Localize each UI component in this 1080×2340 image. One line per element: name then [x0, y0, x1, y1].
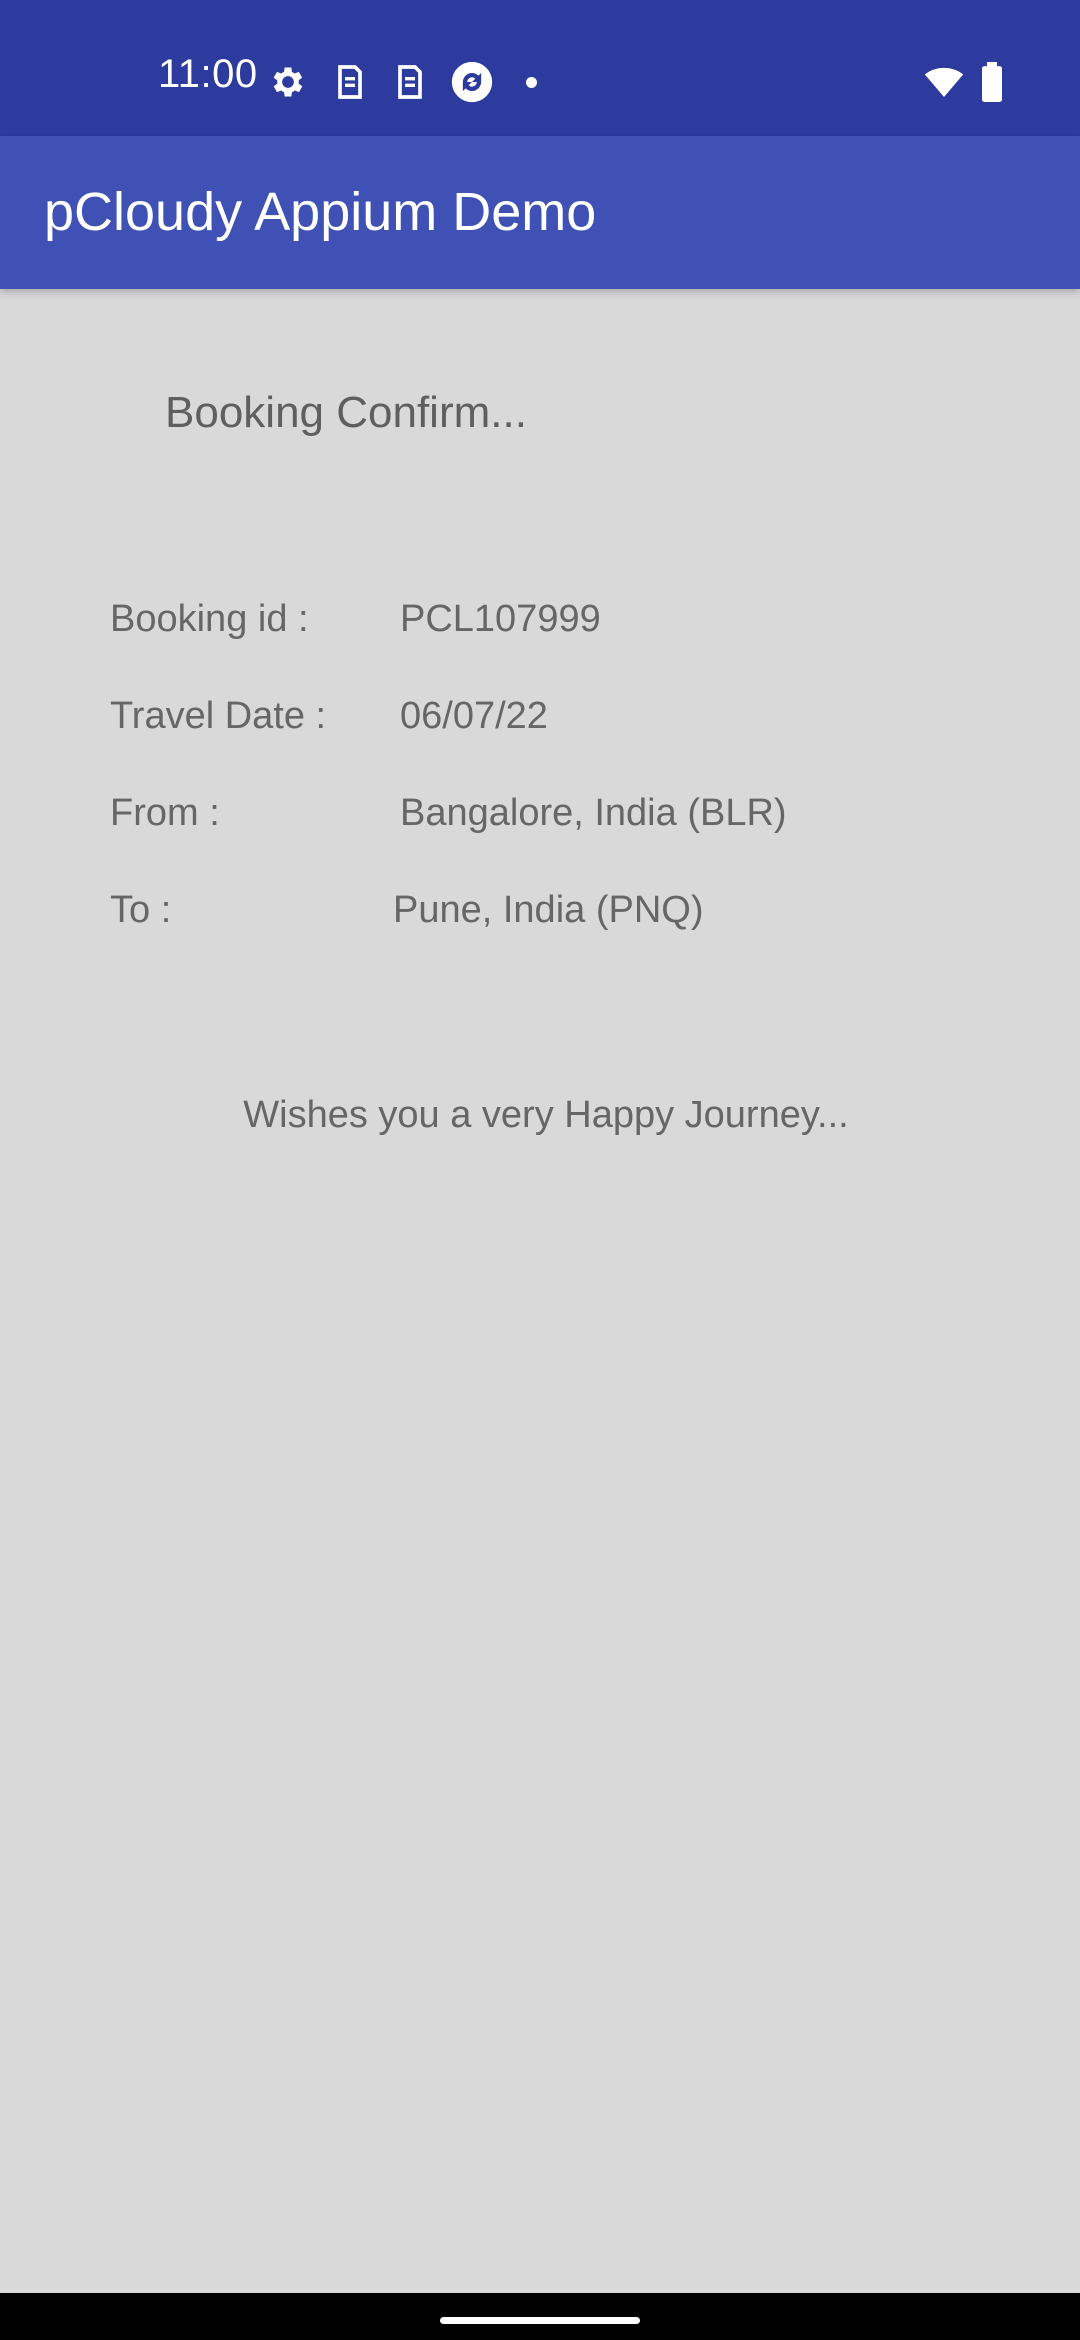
booking-id-label: Booking id : [110, 598, 309, 640]
booking-heading: Booking Confirm... [165, 388, 527, 437]
sync-app-icon [450, 60, 494, 104]
booking-confirmation-screen: Booking Confirm... Booking id : PCL10799… [0, 289, 1080, 2293]
home-gesture-handle[interactable] [440, 2317, 640, 2324]
happy-journey-message: Wishes you a very Happy Journey... [243, 1094, 849, 1136]
booking-id-value: PCL107999 [400, 598, 601, 640]
to-value: Pune, India (PNQ) [393, 889, 704, 931]
to-label: To : [110, 889, 172, 931]
sim-card-icon [390, 62, 430, 102]
app-title: pCloudy Appium Demo [44, 182, 597, 242]
gear-icon [268, 62, 308, 102]
travel-date-value: 06/07/22 [400, 695, 548, 737]
battery-icon [978, 62, 1006, 102]
wifi-icon [922, 62, 966, 102]
travel-date-label: Travel Date : [110, 695, 327, 737]
status-time: 11:00 [158, 52, 258, 96]
status-bar: 11:00 [0, 0, 1080, 136]
sim-card-icon [330, 62, 370, 102]
notification-dot-icon [526, 77, 537, 88]
app-bar: pCloudy Appium Demo [0, 136, 1080, 289]
navigation-bar [0, 2293, 1080, 2340]
from-value: Bangalore, India (BLR) [400, 792, 787, 834]
from-label: From : [110, 792, 220, 834]
